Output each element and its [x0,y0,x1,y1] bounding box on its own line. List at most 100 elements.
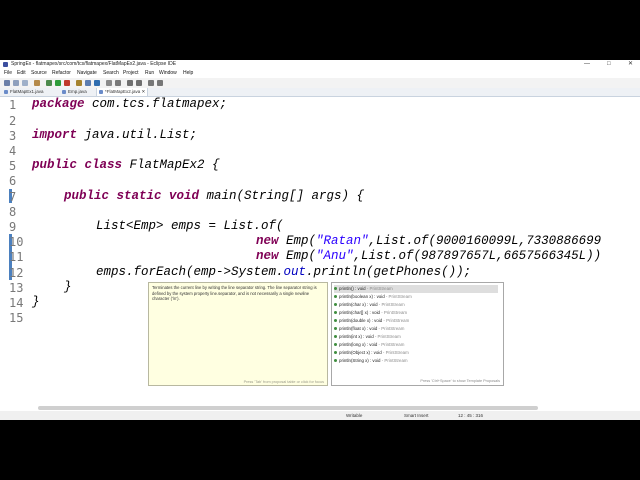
keyword: import [32,128,78,142]
close-button[interactable]: ✕ [628,60,633,69]
run-icon[interactable] [55,80,61,86]
line-number: 7 [9,190,17,204]
proposal-type: - PrintStream [377,302,405,307]
code-line-3: import java.util.List; [32,128,197,142]
proposal-item[interactable]: println(double x) : void - PrintStream [334,317,498,325]
tab-flatmapex1[interactable]: FlatMapEx1.java [2,88,46,96]
proposal-item[interactable]: println(boolean x) : void - PrintStream [334,293,498,301]
proposal-item[interactable]: println() : void - PrintStream [334,285,498,293]
tab-flatmapex2[interactable]: *FlatMapEx2.java ✕ [96,88,149,96]
code-text: main(String[] args) { [199,189,365,203]
line-number: 9 [9,220,17,234]
menu-file[interactable]: File [4,69,12,78]
proposal-signature: println(char x) : void [339,302,378,307]
line-number: 2 [9,114,17,128]
menu-help[interactable]: Help [183,69,193,78]
menu-refactor[interactable]: Refactor [52,69,71,78]
line-number: 1 [9,98,17,112]
proposal-signature: println(Object x) : void [339,350,382,355]
code-line-11: new Emp("Anu",List.of(987897657L,6657566… [256,249,601,263]
title-bar: SpringEx - flatmapex/src/com/tcs/flatmap… [0,60,640,69]
field-reference: out [283,265,307,279]
proposal-item[interactable]: println(Object x) : void - PrintStream [334,349,498,357]
javadoc-popup[interactable]: Terminates the current line by writing t… [148,282,328,386]
proposal-signature: println(int x) : void [339,334,374,339]
save-icon[interactable] [13,80,19,86]
proposal-item[interactable]: println(char x) : void - PrintStream [334,301,498,309]
proposal-item[interactable]: println(long x) : void - PrintStream [334,341,498,349]
code-line-5: public class FlatMapEx2 { [32,158,220,172]
menu-window[interactable]: Window [159,69,177,78]
new-class-icon[interactable] [94,80,100,86]
java-file-icon [4,89,8,94]
proposal-signature: println(String x) : void [339,358,381,363]
line-number: 13 [9,281,24,295]
window-title: SpringEx - flatmapex/src/com/tcs/flatmap… [11,61,177,67]
code-line-12: emps.forEach(emp->System.out.println(get… [96,265,471,279]
proposal-signature: println(char[] x) : void [339,310,380,315]
proposal-signature: println() : void [339,286,366,291]
editor-tabs: FlatMapEx1.java Emp.java *FlatMapEx2.jav… [0,88,640,97]
proposal-item[interactable]: println(int x) : void - PrintStream [334,333,498,341]
line-number: 6 [9,174,17,188]
code-text: Emp( [278,249,317,263]
proposal-type: - PrintStream [377,326,405,331]
build-icon[interactable] [34,80,40,86]
tab-label: FlatMapEx1.java [10,89,44,94]
eclipse-app-icon [3,62,8,67]
java-file-icon [62,89,66,94]
proposal-item[interactable]: println(char[] x) : void - PrintStream [334,309,498,317]
proposal-signature: println(boolean x) : void [339,294,385,299]
menu-source[interactable]: Source [31,69,47,78]
new-package-icon[interactable] [85,80,91,86]
proposal-type: - PrintStream [382,318,410,323]
minimize-button[interactable]: — [584,60,590,69]
print-icon[interactable] [22,80,28,86]
new-file-icon[interactable] [4,80,10,86]
proposal-signature: println(float x) : void [339,326,378,331]
public-method-icon [334,311,337,315]
keyword: public static void [64,189,200,203]
debug-icon[interactable] [46,80,52,86]
proposal-type: - PrintStream [381,350,409,355]
code-text: ,List.of(9000160099L,7330886699 [368,234,602,248]
line-number: 3 [9,129,17,143]
public-method-icon [334,335,337,339]
code-line-14: } [32,295,40,309]
previous-annotation-icon[interactable] [136,80,142,86]
code-line-13: } [64,280,72,294]
tab-emp[interactable]: Emp.java [60,88,89,96]
menu-project[interactable]: Project [123,69,139,78]
line-number: 10 [9,235,24,249]
proposal-type: - PrintStream [384,294,412,299]
search-icon[interactable] [115,80,121,86]
menu-search[interactable]: Search [103,69,119,78]
open-type-icon[interactable] [106,80,112,86]
proposals-footer: Press 'Ctrl+Space' to show Template Prop… [420,379,500,383]
menu-bar: File Edit Source Refactor Navigate Searc… [0,69,640,78]
horizontal-scrollbar[interactable] [38,406,538,410]
proposal-item[interactable]: println(String x) : void - PrintStream [334,357,498,365]
new-java-project-icon[interactable] [76,80,82,86]
maximize-button[interactable]: □ [607,60,611,69]
code-line-9: List<Emp> emps = List.of( [96,219,284,233]
next-annotation-icon[interactable] [127,80,133,86]
proposal-type: - PrintStream [380,310,408,315]
line-number: 5 [9,159,17,173]
menu-edit[interactable]: Edit [17,69,26,78]
menu-navigate[interactable]: Navigate [77,69,97,78]
code-text: Emp( [278,234,317,248]
keyword: new [256,249,279,263]
proposal-signature: println(long x) : void [339,342,378,347]
external-tools-icon[interactable] [64,80,70,86]
menu-run[interactable]: Run [145,69,154,78]
content-assist-popup[interactable]: println() : void - PrintStream println(b… [331,282,504,386]
forward-icon[interactable] [157,80,163,86]
javadoc-footer: Press 'Tab' from proposal table or click… [243,380,324,384]
status-insert-mode: Smart Insert [404,413,429,418]
proposal-item[interactable]: println(float x) : void - PrintStream [334,325,498,333]
proposal-type: - PrintStream [365,286,393,291]
code-text: .println(getPhones()); [306,265,472,279]
public-method-icon [334,351,337,355]
back-icon[interactable] [148,80,154,86]
